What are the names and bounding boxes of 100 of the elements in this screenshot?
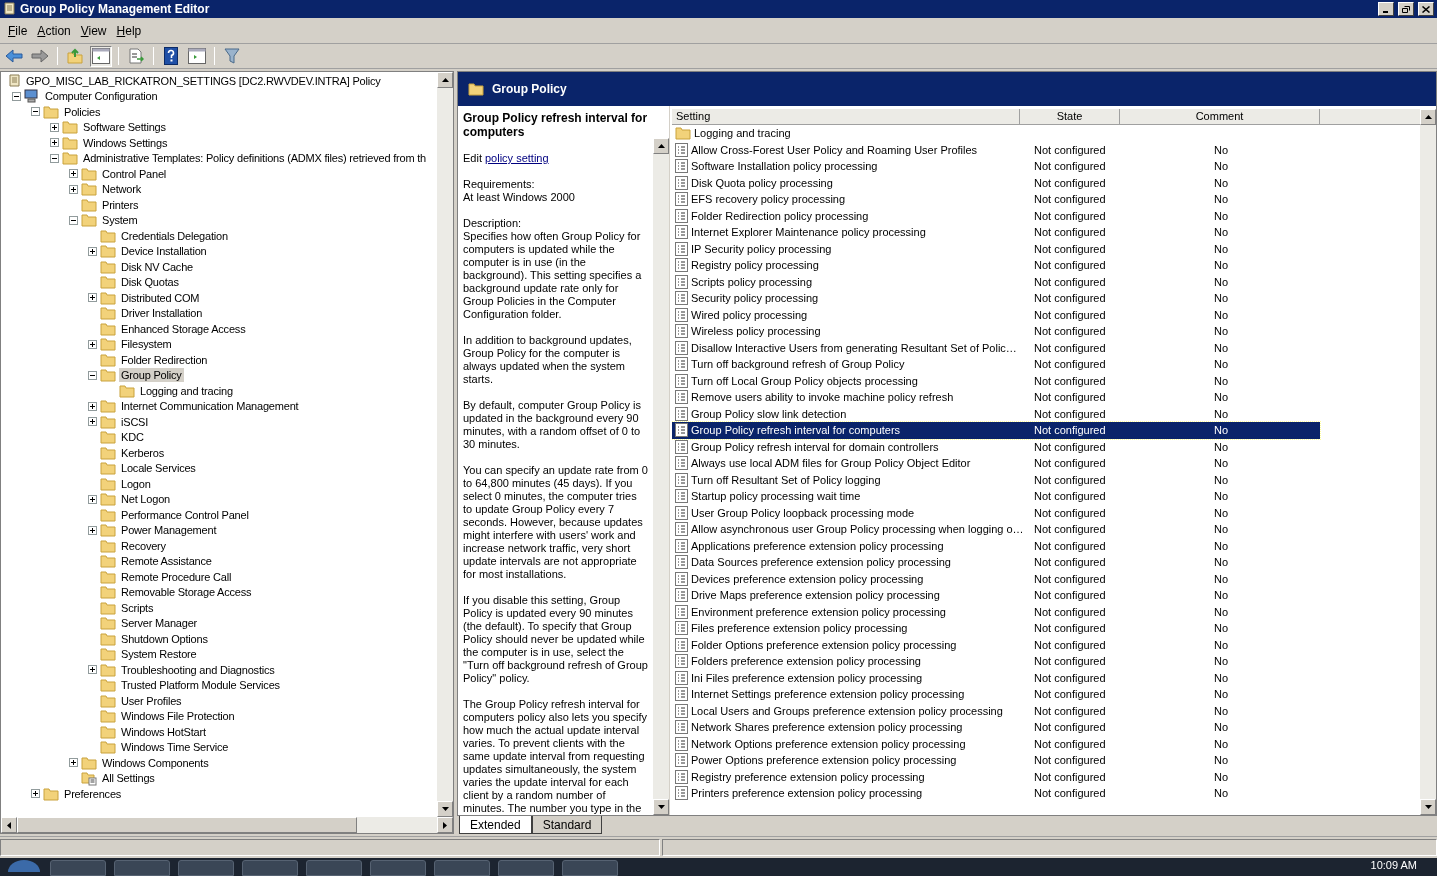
tree-item[interactable]: System [100, 213, 140, 228]
tree-item[interactable]: Printers [100, 197, 141, 212]
table-row[interactable]: Security policy processing Not configured No [672, 290, 1320, 307]
horizontal-scrollbar[interactable] [1, 817, 453, 833]
table-row[interactable]: Internet Settings preference extension policy processing Not configured No [672, 686, 1320, 703]
expand-icon[interactable] [88, 246, 97, 256]
tree-item[interactable]: User Profiles [119, 693, 184, 708]
tree-item[interactable]: Performance Control Panel [119, 507, 251, 522]
scroll-up-icon[interactable] [441, 78, 449, 82]
table-row[interactable]: Turn off background refresh of Group Policy Not configured No [672, 356, 1320, 373]
tree-item[interactable]: Disk Quotas [119, 275, 181, 290]
tree-item[interactable]: Windows Time Service [119, 740, 231, 755]
tree-item[interactable]: Windows Settings [81, 135, 170, 150]
expand-icon[interactable] [88, 339, 97, 349]
menu-item[interactable]: File [4, 21, 32, 40]
tree-item[interactable]: Remote Procedure Call [119, 569, 234, 584]
expand-icon[interactable] [88, 494, 97, 504]
tree-item[interactable]: Internet Communication Management [119, 399, 301, 414]
tree-item[interactable]: Recovery [119, 538, 168, 553]
tree-item[interactable]: Filesystem [119, 337, 174, 352]
tree-item[interactable]: Windows File Protection [119, 709, 237, 724]
table-row[interactable]: Network Options preference extension policy processing Not configured No [672, 735, 1320, 752]
table-row[interactable]: Wired policy processing Not configured No [672, 306, 1320, 323]
expand-icon[interactable] [69, 169, 78, 179]
vertical-scrollbar[interactable] [437, 72, 453, 817]
expand-icon[interactable] [88, 401, 97, 411]
tree-item[interactable]: KDC [119, 430, 146, 445]
tree-item[interactable]: Logon [119, 476, 153, 491]
tree-item[interactable]: Credentials Delegation [119, 228, 230, 243]
table-row[interactable]: User Group Policy loopback processing mode Not configured No [672, 504, 1320, 521]
scroll-up-icon[interactable] [1424, 115, 1432, 119]
tree-item[interactable]: Troubleshooting and Diagnostics [119, 662, 277, 677]
table-row[interactable]: Folder Options preference extension policy processing Not configured No [672, 636, 1320, 653]
policy-setting-link[interactable]: policy setting [484, 152, 549, 165]
scroll-left-icon[interactable] [7, 821, 11, 829]
table-row[interactable]: Scripts policy processing Not configured No [672, 273, 1320, 290]
expand-icon[interactable] [50, 138, 59, 148]
restore-button[interactable] [1398, 2, 1414, 16]
table-row[interactable]: Ini Files preference extension policy processing Not configured No [672, 669, 1320, 686]
expand-icon[interactable] [69, 184, 78, 194]
tree-item[interactable]: Policies [62, 104, 103, 119]
table-row[interactable]: Startup policy processing wait time Not configured No [672, 488, 1320, 505]
vertical-scrollbar[interactable] [1420, 109, 1436, 815]
tree-item[interactable]: Scripts [119, 600, 156, 615]
tree-item[interactable]: Folder Redirection [119, 352, 210, 367]
tree-item[interactable]: iSCSI [119, 414, 151, 429]
table-row[interactable]: Logging and tracing [672, 125, 1320, 142]
table-row[interactable]: Folder Redirection policy processing Not configured No [672, 207, 1320, 224]
scroll-right-icon[interactable] [443, 821, 447, 829]
table-row[interactable]: Printers preference extension policy processing Not configured No [672, 785, 1320, 802]
expand-icon[interactable] [88, 293, 97, 303]
collapse-icon[interactable] [31, 107, 40, 117]
tree-item[interactable]: Group Policy [119, 368, 184, 383]
scrollbar-thumb[interactable] [17, 817, 357, 833]
table-row[interactable]: IP Security policy processing Not configured No [672, 240, 1320, 257]
table-row[interactable]: Group Policy refresh interval for computers Not configured No [672, 422, 1320, 439]
tree-item[interactable]: Removable Storage Access [119, 585, 254, 600]
view-tab[interactable]: Standard [531, 816, 603, 834]
tree-item[interactable]: Software Settings [81, 120, 168, 135]
vertical-scrollbar[interactable] [653, 138, 669, 815]
tree-item[interactable]: Logging and tracing [138, 383, 235, 398]
table-row[interactable]: Internet Explorer Maintenance policy processing Not configured No [672, 224, 1320, 241]
expand-icon[interactable] [88, 665, 97, 675]
table-row[interactable]: Devices preference extension policy processing Not configured No [672, 570, 1320, 587]
tree-item[interactable]: Administrative Templates: Policy definitions (ADMX files) retrieved from th [81, 151, 429, 166]
tree-item[interactable]: System Restore [119, 647, 199, 662]
table-row[interactable]: Power Options preference extension policy processing Not configured No [672, 752, 1320, 769]
tree-item[interactable]: Control Panel [100, 166, 169, 181]
tree-item[interactable]: Shutdown Options [119, 631, 210, 646]
tree-item[interactable]: All Settings [100, 771, 157, 786]
tree-item[interactable]: Driver Installation [119, 306, 205, 321]
toolbar-button[interactable] [90, 45, 112, 67]
column-header[interactable]: State [1020, 109, 1120, 125]
table-row[interactable]: Folders preference extension policy processing Not configured No [672, 653, 1320, 670]
table-row[interactable]: Applications preference extension policy processing Not configured No [672, 537, 1320, 554]
expand-icon[interactable] [69, 758, 78, 768]
tree-item[interactable]: Locale Services [119, 461, 198, 476]
table-row[interactable]: Registry preference extension policy processing Not configured No [672, 768, 1320, 785]
tree-item[interactable]: Computer Configuration [43, 89, 160, 104]
table-row[interactable]: Network Shares preference extension policy processing Not configured No [672, 719, 1320, 736]
table-row[interactable]: Allow asynchronous user Group Policy processing when logging o… Not configured No [672, 521, 1320, 538]
tree-item[interactable]: Enhanced Storage Access [119, 321, 248, 336]
table-row[interactable]: Software Installation policy processing Not configured No [672, 158, 1320, 175]
scroll-down-icon[interactable] [657, 805, 665, 809]
table-row[interactable]: Registry policy processing Not configured No [672, 257, 1320, 274]
tree-item[interactable]: Windows HotStart [119, 724, 208, 739]
expand-icon[interactable] [50, 122, 59, 132]
column-header[interactable]: Comment [1120, 109, 1320, 125]
table-row[interactable]: Group Policy slow link detection Not configured No [672, 405, 1320, 422]
table-row[interactable]: Wireless policy processing Not configured No [672, 323, 1320, 340]
scroll-down-icon[interactable] [441, 807, 449, 811]
tree-item[interactable]: Network [100, 182, 143, 197]
table-row[interactable]: Group Policy refresh interval for domain controllers Not configured No [672, 438, 1320, 455]
menu-item[interactable]: Action [33, 21, 75, 40]
table-row[interactable]: Allow Cross-Forest User Policy and Roaming User Profiles Not configured No [672, 141, 1320, 158]
scroll-up-icon[interactable] [657, 144, 665, 148]
tree-item[interactable]: GPO_MISC_LAB_RICKATRON_SETTINGS [DC2.RWVDEV.INTRA] Policy [24, 73, 383, 88]
close-button[interactable] [1418, 2, 1434, 16]
scroll-down-icon[interactable] [1424, 805, 1432, 809]
tree-item[interactable]: Trusted Platform Module Services [119, 678, 282, 693]
